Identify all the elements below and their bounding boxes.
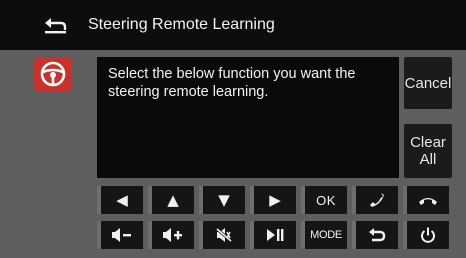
cancel-button[interactable]: Cancel: [404, 57, 452, 109]
key-seek-right[interactable]: ▶: [250, 186, 296, 214]
volume-up-icon: [162, 228, 184, 242]
key-play-pause[interactable]: [250, 221, 296, 249]
key-down[interactable]: ▼: [199, 186, 245, 214]
page-title: Steering Remote Learning: [88, 16, 275, 33]
ok-label: OK: [316, 192, 336, 208]
power-icon: [420, 227, 436, 243]
mute-icon: [215, 227, 233, 243]
mode-label: MODE: [310, 229, 342, 241]
title-bar: Steering Remote Learning: [0, 0, 466, 50]
left-triangle-icon: ◀: [116, 190, 128, 209]
key-volume-down[interactable]: [97, 221, 143, 249]
key-call[interactable]: [352, 186, 398, 214]
return-arrow-icon: [368, 227, 386, 243]
key-seek-left[interactable]: ◀: [97, 186, 143, 214]
key-volume-up[interactable]: [148, 221, 194, 249]
right-triangle-icon: ▶: [269, 190, 281, 209]
key-return[interactable]: [352, 221, 398, 249]
up-triangle-icon: ▲: [167, 190, 179, 209]
key-hangup[interactable]: [403, 186, 449, 214]
key-up[interactable]: ▲: [148, 186, 194, 214]
key-mute[interactable]: [199, 221, 245, 249]
key-ok[interactable]: OK: [301, 186, 347, 214]
back-arrow-icon[interactable]: [43, 14, 69, 36]
steering-wheel-icon: [34, 57, 72, 91]
key-mode[interactable]: MODE: [301, 221, 347, 249]
phone-answer-icon: [369, 192, 385, 208]
volume-down-icon: [111, 228, 133, 242]
key-power[interactable]: [403, 221, 449, 249]
clear-all-label: Clear All: [410, 134, 446, 168]
clear-all-button[interactable]: Clear All: [404, 124, 452, 178]
phone-hangup-icon: [418, 194, 438, 206]
instruction-box: Select the below function you want the s…: [97, 57, 399, 178]
instruction-text: Select the below function you want the s…: [108, 66, 356, 100]
down-triangle-icon: ▼: [218, 190, 230, 209]
play-pause-icon: [266, 228, 284, 242]
